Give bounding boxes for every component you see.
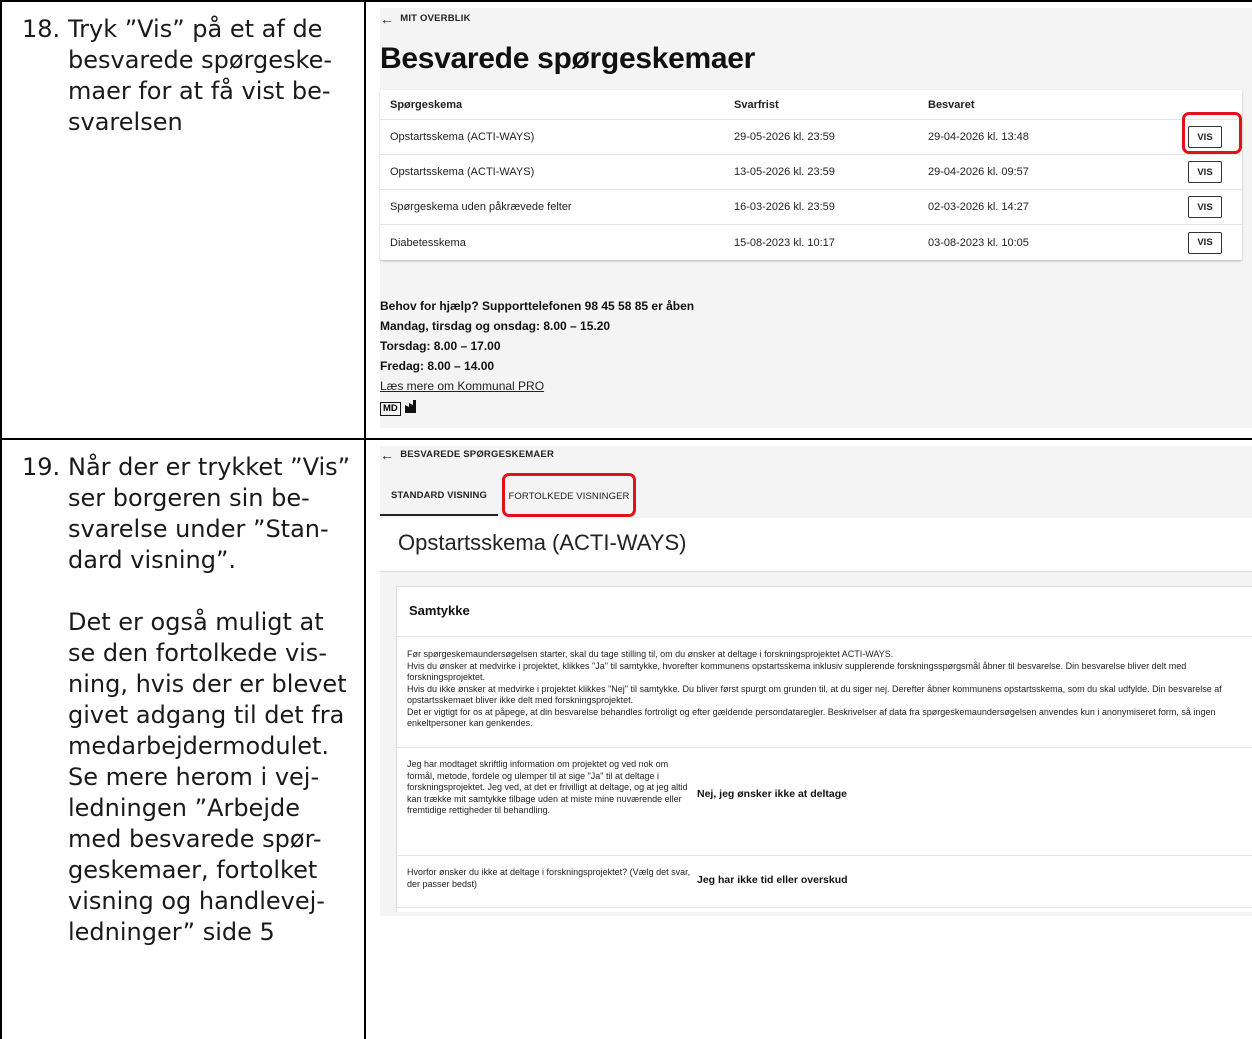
row-deadline: 15-08-2023 kl. 10:17 <box>734 236 835 249</box>
description-line: medarbejdermodulet. <box>68 732 330 760</box>
description-line: svarelse under ”Stan- <box>68 515 329 543</box>
table-column-divider <box>364 0 366 1039</box>
help-section: Behov for hjælp? Supporttelefonen 98 45 … <box>380 296 694 396</box>
description-line: svarelsen <box>68 108 183 136</box>
arrow-left-icon: ← <box>380 446 395 463</box>
description-line: visning og handlevej- <box>68 887 325 915</box>
section-title: Samtykke <box>409 603 470 618</box>
help-line-hours: Torsdag: 8.00 – 17.00 <box>380 339 501 353</box>
step-description: Tryk ”Vis” på et af de besvarede spørgesk… <box>68 14 358 138</box>
back-link-label: MIT OVERBLIK <box>400 13 471 24</box>
vis-button[interactable]: VIS <box>1188 196 1222 218</box>
table-row: Diabetesskema 15-08-2023 kl. 10:17 03-08… <box>380 225 1242 260</box>
highlight-interpreted-tab <box>502 473 636 517</box>
description-line: ledningen ”Arbejde <box>68 794 300 822</box>
description-line: ledninger” side 5 <box>68 918 275 946</box>
vis-button[interactable]: VIS <box>1188 161 1222 183</box>
description-line: Når der er trykket ”Vis” <box>68 453 351 481</box>
answer-text: Nej, jeg ønsker ikke at deltage <box>697 788 847 800</box>
table-row: Opstartsskema (ACTI-WAYS) 13-05-2026 kl.… <box>380 155 1242 190</box>
table-header: Spørgeskema Svarfrist Besvaret <box>380 90 1242 120</box>
description-line: Det er også muligt at <box>68 608 324 636</box>
description-line: med besvarede spør- <box>68 825 322 853</box>
row-answered: 29-04-2026 kl. 09:57 <box>928 166 1029 178</box>
description-line <box>68 576 358 607</box>
row-name: Diabetesskema <box>390 236 466 249</box>
questionnaire-table: Spørgeskema Svarfrist Besvaret Opstartss… <box>380 90 1242 260</box>
divider <box>397 855 1252 856</box>
questionnaire-title: Opstartsskema (ACTI-WAYS) <box>398 530 687 555</box>
back-link-overview[interactable]: ← MIT OVERBLIK <box>380 10 471 27</box>
description-line: ning, hvis der er blevet <box>68 670 347 698</box>
description-line: Se mere herom i vej- <box>68 763 320 791</box>
help-line-hours: Mandag, tirsdag og onsdag: 8.00 – 15.20 <box>380 319 611 333</box>
table-border-left <box>0 0 2 1039</box>
factory-icon <box>404 400 419 418</box>
question-text: Hvorfor ønsker du ikke at deltage i fors… <box>407 867 691 889</box>
description-line: se den fortolkede vis- <box>68 639 327 667</box>
consent-paragraph: Det er vigtigt for os at påpege, at din … <box>407 706 1216 729</box>
help-line-hours: Fredag: 8.00 – 14.00 <box>380 359 495 373</box>
read-more-link[interactable]: Læs mere om Kommunal PRO <box>380 376 694 396</box>
question-text: Jeg har modtaget skriftlig information o… <box>407 759 688 815</box>
description-line: maer for at få vist be- <box>68 77 331 105</box>
divider <box>397 907 1252 908</box>
questionnaire-header: Opstartsskema (ACTI-WAYS) <box>380 518 1252 572</box>
highlight-vis-button <box>1182 112 1242 154</box>
row-name: Spørgeskema uden påkrævede felter <box>390 201 572 213</box>
medical-device-badge: MD <box>380 402 401 416</box>
description-line: geskemaer, fortolket <box>68 856 318 884</box>
consent-panel: Samtykke Før spørgeskemaundersøgelsen st… <box>396 586 1252 912</box>
row-answered: 29-04-2026 kl. 13:48 <box>928 131 1029 143</box>
step-number: 19. <box>22 453 61 481</box>
description-line: dard visning”. <box>68 546 237 574</box>
row-deadline: 29-05-2026 kl. 23:59 <box>734 131 835 143</box>
back-link-answered[interactable]: ← BESVAREDE SPØRGESKEMAER <box>380 446 555 463</box>
footer-icons: MD <box>380 400 419 418</box>
section-header: Samtykke <box>397 587 1252 637</box>
divider <box>397 747 1252 748</box>
arrow-left-icon: ← <box>380 10 395 27</box>
row-answered: 02-03-2026 kl. 14:27 <box>928 201 1029 213</box>
answered-questionnaires-screenshot: ← MIT OVERBLIK Besvarede spørgeskemaer S… <box>380 8 1252 428</box>
description-line: besvarede spørgeske- <box>68 46 332 74</box>
description-line: givet adgang til det fra <box>68 701 345 729</box>
tab-standard-view[interactable]: STANDARD VISNING <box>380 476 498 516</box>
answer-text: Jeg har ikke tid eller overskud <box>697 874 848 886</box>
consent-paragraph: Hvis du ikke ønsker at medvirke i projek… <box>407 683 1222 706</box>
row-name: Opstartsskema (ACTI-WAYS) <box>390 131 535 143</box>
table-row-divider <box>0 438 1252 440</box>
column-header-questionnaire: Spørgeskema <box>390 98 463 111</box>
page-title: Besvarede spørgeskemaer <box>380 42 755 75</box>
table-border-top <box>0 0 1252 2</box>
description-line: ser borgeren sin be- <box>68 484 310 512</box>
table-row: Opstartsskema (ACTI-WAYS) 29-05-2026 kl.… <box>380 120 1242 155</box>
row-deadline: 16-03-2026 kl. 23:59 <box>734 201 835 213</box>
consent-text: Før spørgeskemaundersøgelsen starter, sk… <box>407 649 1247 730</box>
row-name: Opstartsskema (ACTI-WAYS) <box>390 166 535 178</box>
consent-paragraph: Hvis du ønsker at medvirke i projektet, … <box>407 660 1187 683</box>
view-tabs: STANDARD VISNING FORTOLKEDE VISNINGER <box>380 476 980 516</box>
row-deadline: 13-05-2026 kl. 23:59 <box>734 166 835 178</box>
table-row: Spørgeskema uden påkrævede felter 16-03-… <box>380 190 1242 225</box>
description-line: Tryk ”Vis” på et af de <box>68 15 323 43</box>
column-header-answered: Besvaret <box>928 98 975 111</box>
consent-paragraph: Før spørgeskemaundersøgelsen starter, sk… <box>407 649 894 659</box>
vis-button[interactable]: VIS <box>1188 231 1222 254</box>
row-answered: 03-08-2023 kl. 10:05 <box>928 236 1029 249</box>
help-line-phone: Behov for hjælp? Supporttelefonen 98 45 … <box>380 299 695 313</box>
step-description: Når der er trykket ”Vis” ser borgeren sin… <box>68 452 358 948</box>
column-header-deadline: Svarfrist <box>734 98 779 111</box>
back-link-label: BESVAREDE SPØRGESKEMAER <box>400 449 555 460</box>
step-number: 18. <box>22 15 61 43</box>
